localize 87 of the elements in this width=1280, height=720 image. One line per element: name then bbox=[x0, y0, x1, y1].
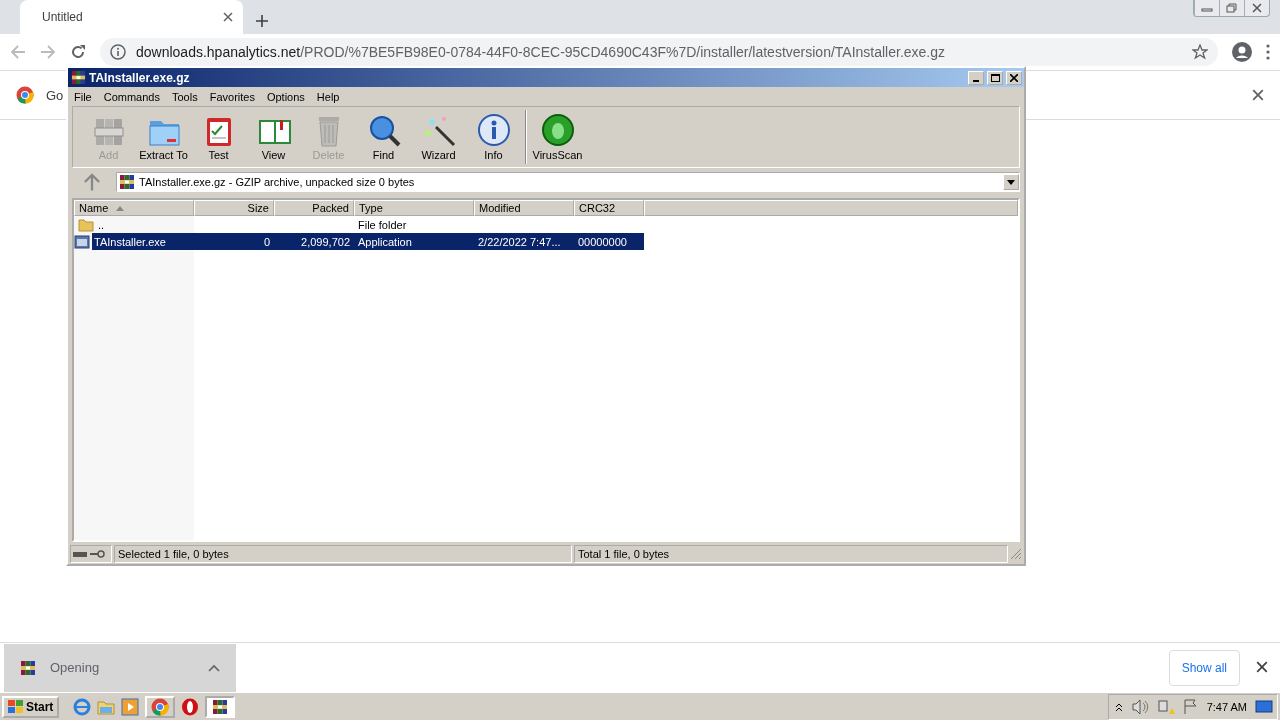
archive-icon bbox=[212, 698, 229, 715]
browser-tab[interactable]: Untitled bbox=[20, 0, 243, 34]
chrome-logo-icon bbox=[16, 86, 34, 104]
maximize-button[interactable] bbox=[987, 70, 1003, 85]
address-bar[interactable]: downloads.hpanalytics.net/PROD/%7BE5FB98E0-0784-44F0-8CEC-95CD4690C43F%7D/installer/latestversion/TAInstaller.exe.gz bbox=[100, 38, 1218, 66]
browser-e-icon[interactable] bbox=[73, 697, 92, 716]
close-icon bbox=[223, 12, 233, 22]
info-icon bbox=[477, 114, 510, 146]
dropdown-button[interactable] bbox=[1003, 174, 1019, 190]
archive-icon bbox=[119, 174, 135, 190]
table-cell: Application bbox=[358, 235, 412, 248]
download-item[interactable]: Opening bbox=[4, 643, 236, 692]
new-tab-icon[interactable] bbox=[255, 14, 269, 28]
clipboard-icon bbox=[206, 118, 231, 146]
table-cell: 2,099,702 bbox=[301, 235, 350, 248]
start-button[interactable]: Start bbox=[2, 695, 60, 718]
file-name[interactable]: .. bbox=[96, 216, 190, 233]
toolbar-button[interactable]: Extract To bbox=[136, 111, 191, 163]
taskbar-button[interactable] bbox=[205, 695, 236, 718]
trash-icon bbox=[318, 117, 339, 147]
sort-arrow-icon bbox=[116, 205, 125, 211]
menu-item[interactable]: Options bbox=[260, 90, 311, 103]
table-cell: 0 bbox=[263, 235, 270, 248]
file-name[interactable]: TAInstaller.exe bbox=[92, 233, 194, 250]
window-title: TAInstaller.exe.gz bbox=[89, 70, 191, 85]
opera-icon[interactable] bbox=[181, 697, 200, 716]
magic-wand-icon bbox=[424, 117, 455, 147]
media-player-icon[interactable] bbox=[121, 697, 140, 716]
bug-icon bbox=[541, 114, 574, 146]
application-icon bbox=[74, 234, 90, 249]
table-cell: File folder bbox=[358, 218, 407, 231]
toolbar-button[interactable]: VirusScan bbox=[530, 111, 585, 163]
drive-icon bbox=[73, 550, 87, 558]
windows-logo-icon bbox=[8, 699, 24, 714]
profile-icon[interactable] bbox=[1232, 42, 1252, 62]
table-cell: 00000000 bbox=[578, 235, 627, 248]
path-field[interactable]: TAInstaller.exe.gz - GZIP archive, unpacked size 0 bytes bbox=[116, 172, 1020, 192]
chevron-up-icon[interactable] bbox=[1114, 701, 1123, 712]
show-all-button[interactable]: Show all bbox=[1168, 649, 1240, 686]
column-header[interactable]: CRC32 bbox=[574, 200, 644, 216]
close-button[interactable] bbox=[1006, 70, 1022, 85]
key-icon bbox=[90, 550, 106, 558]
status-text: Total 1 file, 0 bytes bbox=[578, 548, 670, 560]
books-icon bbox=[94, 119, 123, 145]
close-icon bbox=[1252, 89, 1264, 101]
column-header[interactable]: Modified bbox=[474, 200, 574, 216]
resize-grip-icon[interactable] bbox=[1010, 548, 1022, 560]
toolbar-button[interactable]: Wizard bbox=[411, 111, 466, 163]
menu-item[interactable]: Commands bbox=[97, 90, 166, 103]
toolbar-button[interactable]: View bbox=[246, 111, 301, 163]
taskbar-button[interactable] bbox=[145, 695, 176, 718]
archive-icon bbox=[71, 70, 86, 85]
minimize-icon bbox=[973, 79, 979, 82]
speaker-icon[interactable] bbox=[1130, 698, 1149, 715]
url-host: downloads.hpanalytics.net bbox=[136, 44, 301, 60]
column-header[interactable]: Size bbox=[194, 200, 274, 216]
infobar-text: Go bbox=[46, 87, 64, 103]
caret-icon bbox=[1007, 179, 1015, 185]
close-icon bbox=[1256, 660, 1268, 673]
book-icon bbox=[258, 120, 291, 144]
reload-icon[interactable] bbox=[70, 44, 86, 60]
menu-item[interactable]: Help bbox=[310, 90, 346, 103]
toolbar-button[interactable]: Find bbox=[356, 111, 411, 163]
flag-icon[interactable] bbox=[1182, 698, 1199, 715]
clock[interactable]: 7:47 AM bbox=[1206, 700, 1247, 713]
url-path: /PROD/%7BE5FB98E0-0784-44F0-8CEC-95CD4690C43F%7D/installer/latestversion/TAInstaller.exe.gz bbox=[300, 44, 946, 60]
menu-item[interactable]: Favorites bbox=[203, 90, 261, 103]
menu-item[interactable]: File bbox=[68, 90, 98, 103]
star-icon[interactable] bbox=[1192, 44, 1208, 60]
search-icon bbox=[369, 116, 400, 147]
table-cell: 2/22/2022 7:47... bbox=[478, 235, 561, 248]
menu-icon[interactable] bbox=[1266, 44, 1270, 60]
show-desktop-icon[interactable] bbox=[1255, 698, 1273, 715]
status-text: Selected 1 file, 0 bytes bbox=[118, 548, 229, 560]
toolbar-button[interactable]: Test bbox=[191, 111, 246, 163]
column-header[interactable]: Type bbox=[354, 200, 474, 216]
column-header[interactable]: Packed bbox=[274, 200, 354, 216]
column-header[interactable]: Name bbox=[74, 200, 194, 216]
folder-icon bbox=[149, 121, 179, 146]
close-icon bbox=[1010, 73, 1018, 82]
menu-item[interactable]: Tools bbox=[166, 90, 204, 103]
archive-icon bbox=[20, 659, 36, 676]
toolbar-button[interactable]: Info bbox=[466, 111, 521, 163]
chrome-icon bbox=[151, 697, 170, 716]
minimize-button[interactable] bbox=[968, 70, 984, 85]
maximize-icon bbox=[990, 73, 1000, 82]
info-icon bbox=[110, 44, 126, 60]
